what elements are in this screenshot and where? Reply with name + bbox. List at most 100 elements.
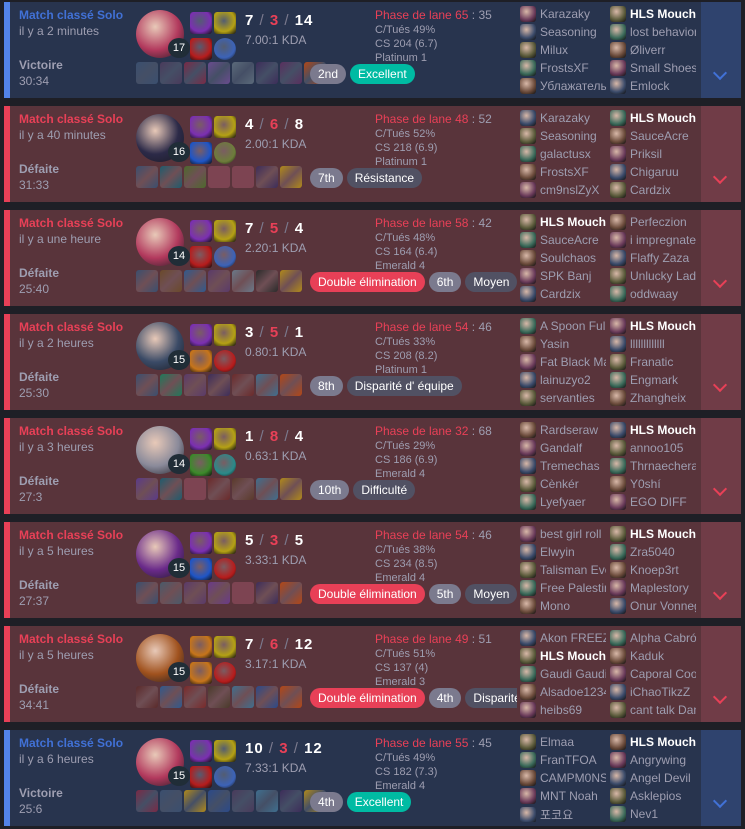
match-card[interactable]: Match classé Solo il y a 40 minutes Défait… [4, 106, 741, 202]
player-entry[interactable]: SauceAcre [610, 128, 696, 144]
player-entry[interactable]: SPK Banj [520, 268, 606, 284]
player-entry[interactable]: Zra5040 [610, 544, 696, 560]
item-icon[interactable] [160, 374, 182, 396]
item-icon[interactable] [256, 374, 278, 396]
item-icon[interactable] [232, 478, 254, 500]
match-card[interactable]: Match classé Solo il y a 6 heures Victoire… [4, 730, 741, 826]
item-icon[interactable] [280, 478, 302, 500]
player-entry[interactable]: Cènkér [520, 476, 606, 492]
match-card[interactable]: Match classé Solo il y a 5 heures Défaite 2… [4, 522, 741, 618]
item-icon[interactable] [256, 478, 278, 500]
player-entry[interactable]: Flaffy Zaza [610, 250, 696, 266]
item-icon[interactable] [256, 270, 278, 292]
expand-button[interactable] [701, 210, 741, 306]
player-entry[interactable]: HLS Mouche [610, 734, 696, 750]
player-entry[interactable]: Karazaky [520, 110, 606, 126]
player-entry[interactable]: FrostsXF [520, 60, 606, 76]
player-entry[interactable]: lllllllllllll [610, 336, 696, 352]
item-icon[interactable] [232, 374, 254, 396]
player-entry[interactable]: FranTFOA [520, 752, 606, 768]
player-entry[interactable]: Asklepios [610, 788, 696, 804]
summoner-spell-icon[interactable] [190, 636, 212, 658]
player-entry[interactable]: Priksil [610, 146, 696, 162]
summoner-spell-icon[interactable] [214, 428, 236, 450]
summoner-spell-icon[interactable] [190, 38, 212, 60]
summoner-spell-icon[interactable] [214, 740, 236, 762]
empty-item-slot[interactable] [184, 478, 206, 500]
player-entry[interactable]: heibs69 [520, 702, 606, 718]
item-icon[interactable] [208, 478, 230, 500]
player-entry[interactable]: HLS Mouche [610, 6, 696, 22]
player-entry[interactable]: servanties [520, 390, 606, 406]
player-entry[interactable]: Mono [520, 598, 606, 614]
item-icon[interactable] [256, 686, 278, 708]
summoner-spell-icon[interactable] [190, 116, 212, 138]
item-icon[interactable] [256, 166, 278, 188]
player-entry[interactable]: lost behavior [610, 24, 696, 40]
player-entry[interactable]: Kaduk [610, 648, 696, 664]
player-entry[interactable]: iChaoTikzZ [610, 684, 696, 700]
item-icon[interactable] [136, 582, 158, 604]
item-icon[interactable] [232, 686, 254, 708]
player-entry[interactable]: Franatic [610, 354, 696, 370]
item-icon[interactable] [256, 790, 278, 812]
expand-button[interactable] [701, 314, 741, 410]
empty-item-slot[interactable] [232, 166, 254, 188]
item-icon[interactable] [280, 270, 302, 292]
player-entry[interactable]: SauceAcre [520, 232, 606, 248]
item-icon[interactable] [136, 62, 158, 84]
rune-icon[interactable] [214, 350, 236, 372]
summoner-spell-icon[interactable] [190, 12, 212, 34]
empty-item-slot[interactable] [208, 166, 230, 188]
summoner-spell-icon[interactable] [190, 532, 212, 554]
player-entry[interactable]: Fat Black Man [520, 354, 606, 370]
player-entry[interactable]: FrostsXF [520, 164, 606, 180]
player-entry[interactable]: Lyefyaer [520, 494, 606, 510]
player-entry[interactable]: Zhangheix [610, 390, 696, 406]
player-entry[interactable]: Cardzix [610, 182, 696, 198]
player-entry[interactable]: cant talk Dan [610, 702, 696, 718]
item-icon[interactable] [160, 166, 182, 188]
player-entry[interactable]: Talisman Eve [520, 562, 606, 578]
item-icon[interactable] [256, 62, 278, 84]
expand-button[interactable] [701, 730, 741, 826]
player-entry[interactable]: Tremechas [520, 458, 606, 474]
item-icon[interactable] [280, 582, 302, 604]
item-icon[interactable] [184, 166, 206, 188]
player-entry[interactable]: EGO DIFF [610, 494, 696, 510]
summoner-spell-icon[interactable] [214, 12, 236, 34]
summoner-spell-icon[interactable] [190, 558, 212, 580]
summoner-spell-icon[interactable] [214, 116, 236, 138]
item-icon[interactable] [208, 62, 230, 84]
player-entry[interactable]: Perfeczion [610, 214, 696, 230]
summoner-spell-icon[interactable] [190, 142, 212, 164]
summoner-spell-icon[interactable] [214, 220, 236, 242]
player-entry[interactable]: HLS Mouche [610, 110, 696, 126]
item-icon[interactable] [280, 374, 302, 396]
summoner-spell-icon[interactable] [190, 324, 212, 346]
player-entry[interactable]: Milux [520, 42, 606, 58]
player-entry[interactable]: lainuzyo2 [520, 372, 606, 388]
item-icon[interactable] [280, 166, 302, 188]
player-entry[interactable]: Knoep3rt [610, 562, 696, 578]
player-entry[interactable]: annoo105 [610, 440, 696, 456]
summoner-spell-icon[interactable] [214, 324, 236, 346]
player-entry[interactable]: best girl roll [520, 526, 606, 542]
player-entry[interactable]: Soulchaos [520, 250, 606, 266]
player-entry[interactable]: Cardzix [520, 286, 606, 302]
summoner-spell-icon[interactable] [190, 350, 212, 372]
summoner-spell-icon[interactable] [190, 246, 212, 268]
summoner-spell-icon[interactable] [190, 454, 212, 476]
player-entry[interactable]: Yasin [520, 336, 606, 352]
player-entry[interactable]: Caporal Cookie [610, 666, 696, 682]
item-icon[interactable] [160, 478, 182, 500]
rune-icon[interactable] [214, 662, 236, 684]
player-entry[interactable]: HLS Mouche [610, 422, 696, 438]
expand-button[interactable] [701, 106, 741, 202]
player-entry[interactable]: Maplestory [610, 580, 696, 596]
summoner-spell-icon[interactable] [190, 766, 212, 788]
player-entry[interactable]: HLS Mouche [520, 648, 606, 664]
item-icon[interactable] [184, 374, 206, 396]
item-icon[interactable] [160, 270, 182, 292]
player-entry[interactable]: Nev1 [610, 806, 696, 822]
